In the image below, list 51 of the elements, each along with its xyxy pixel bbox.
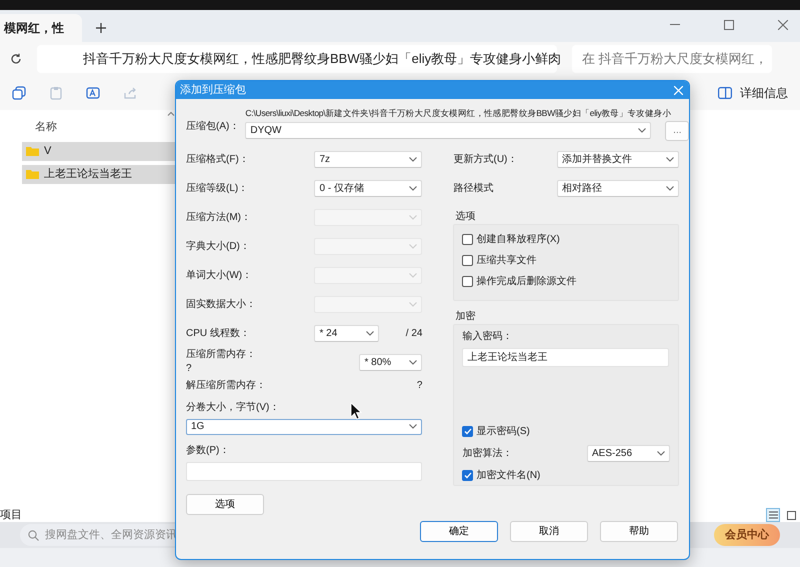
field-note: ? bbox=[186, 362, 193, 376]
checkbox-label[interactable]: 操作完成后删除源文件 bbox=[476, 274, 576, 289]
archive-name-dropdown[interactable]: DYQW bbox=[245, 122, 652, 140]
file-row[interactable]: V bbox=[22, 142, 175, 160]
field-label: 路径模式 bbox=[453, 182, 494, 196]
field-note: ? bbox=[416, 379, 422, 394]
dropdown[interactable]: 0 - 仅存储 bbox=[314, 180, 422, 197]
field-label: 参数(P)： bbox=[186, 444, 230, 458]
checkbox-label[interactable]: 加密文件名(N) bbox=[476, 468, 540, 483]
group-title: 加密 bbox=[455, 310, 476, 324]
field-label: 加密算法： bbox=[462, 446, 512, 461]
dialog-button[interactable]: 确定 bbox=[420, 520, 498, 542]
field-label: 压缩等级(L)： bbox=[186, 182, 248, 196]
field-label: 字典大小(D)： bbox=[186, 240, 250, 254]
checkbox-label[interactable]: 显示密码(S) bbox=[476, 424, 530, 439]
dropdown[interactable]: 相对路径 bbox=[557, 180, 679, 197]
checkbox-label[interactable]: 创建自释放程序(X) bbox=[476, 232, 560, 247]
field-label: 固实数据大小： bbox=[186, 298, 256, 312]
dropdown[interactable]: * 80% bbox=[359, 354, 422, 371]
dialog-button[interactable]: 帮助 bbox=[600, 520, 678, 542]
field-label: 压缩方法(M)： bbox=[186, 210, 251, 225]
dropdown[interactable]: * 24 bbox=[314, 324, 380, 342]
field-label: CPU 线程数： bbox=[186, 326, 250, 341]
checkbox-label[interactable]: 压缩共享文件 bbox=[476, 252, 536, 268]
search-field[interactable]: 在 抖音千万粉大尺度女模网红， bbox=[572, 44, 772, 72]
field-label: 压缩所需内存： bbox=[186, 348, 256, 362]
options-button[interactable]: 选项 bbox=[186, 494, 264, 515]
field-label: 解压缩所需内存： bbox=[186, 378, 266, 394]
dialog-button[interactable]: 取消 bbox=[510, 520, 588, 542]
field-label: 输入密码： bbox=[462, 330, 514, 344]
details-button[interactable]: 详细信息 bbox=[740, 84, 788, 102]
dropdown[interactable]: 添加并替换文件 bbox=[557, 150, 679, 168]
file-row[interactable]: 上老王论坛当老王 bbox=[22, 164, 175, 184]
dropdown[interactable]: AES-256 bbox=[587, 444, 670, 462]
archive-label: 压缩包(A)： bbox=[186, 120, 240, 134]
archive-path: C:\Users\liuxi\Desktop\新建文件夹\抖音千万粉大尺度女模网红，性感肥臀纹身BBW骚少妇「eliy教母」专攻健身小 bbox=[245, 107, 672, 120]
dropdown[interactable]: 1G bbox=[186, 418, 422, 435]
field-note: / 24 bbox=[406, 326, 422, 341]
field-label: 压缩格式(F)： bbox=[186, 152, 249, 167]
field-label: 更新方式(U)： bbox=[453, 152, 518, 167]
field-label: 分卷大小，字节(V)： bbox=[186, 400, 280, 415]
password-field[interactable]: 上老王论坛当老王 bbox=[462, 348, 670, 367]
dialog-title: 添加到压缩包 bbox=[180, 82, 246, 98]
vip-button[interactable]: 会员中心 bbox=[714, 524, 780, 546]
dropdown[interactable]: 7z bbox=[314, 150, 422, 168]
group-title: 选项 bbox=[455, 210, 476, 224]
column-header[interactable]: 名称 bbox=[35, 119, 57, 136]
status-text: 项目 bbox=[0, 508, 22, 523]
address-path[interactable]: 抖音千万粉大尺度女模网红，性感肥臀纹身BBW骚少妇「eliy教母」专攻健身小鲜肉 bbox=[83, 48, 562, 68]
browse-button[interactable]: ... bbox=[665, 120, 689, 141]
field-label: 单词大小(W)： bbox=[186, 268, 252, 283]
